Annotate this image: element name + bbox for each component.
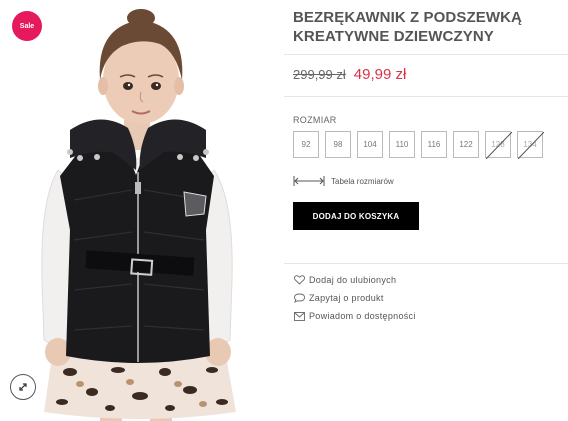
size-option-128-unavailable[interactable]: 128: [485, 131, 512, 159]
product-info: BEZRĘKAWNIK Z PODSZEWKĄ KREATYWNE DZIEWC…: [284, 0, 568, 421]
ask-question-link[interactable]: Zapytaj o produkt: [293, 292, 433, 304]
divider: [284, 263, 568, 264]
sale-price: 49,99 zł: [353, 66, 407, 83]
notify-label: Powiadom o dostępności: [309, 311, 416, 321]
strikethrough-icon: [518, 132, 544, 159]
size-option-98[interactable]: 98: [325, 131, 351, 158]
divider: [284, 96, 568, 97]
divider: [284, 54, 568, 55]
heart-icon: [293, 274, 305, 286]
chat-bubble-icon: [293, 292, 305, 304]
notify-availability-link[interactable]: Powiadom o dostępności: [293, 310, 433, 322]
add-to-cart-button[interactable]: DODAJ DO KOSZYKA: [293, 202, 419, 230]
product-actions: Dodaj do ulubionych Zapytaj o produkt Po…: [293, 274, 433, 328]
expand-icon: [19, 383, 27, 391]
product-photo[interactable]: [0, 0, 272, 421]
product-title: BEZRĘKAWNIK Z PODSZEWKĄ KREATYWNE DZIEWC…: [293, 9, 522, 45]
strikethrough-icon: [486, 132, 512, 159]
zoom-button[interactable]: [10, 374, 36, 400]
size-option-134-unavailable[interactable]: 134: [517, 131, 544, 159]
size-option-122[interactable]: 122: [453, 131, 479, 158]
size-selector: 92 98 104 110 116 122 128 134: [293, 131, 544, 159]
ruler-icon: [293, 176, 325, 186]
envelope-icon: [293, 310, 305, 322]
ask-label: Zapytaj o produkt: [309, 293, 384, 303]
size-option-104[interactable]: 104: [357, 131, 383, 158]
sale-badge: Sale: [12, 11, 42, 41]
size-label: ROZMIAR: [293, 115, 337, 125]
add-to-wishlist-link[interactable]: Dodaj do ulubionych: [293, 274, 433, 286]
old-price: 299,99 zł: [293, 67, 346, 82]
size-table-link[interactable]: Tabela rozmiarów: [293, 175, 394, 187]
size-option-110[interactable]: 110: [389, 131, 415, 158]
product-gallery: Sale: [0, 0, 272, 421]
size-option-92[interactable]: 92: [293, 131, 319, 158]
size-table-label: Tabela rozmiarów: [331, 176, 394, 186]
size-option-116[interactable]: 116: [421, 131, 447, 158]
price-row: 299,99 zł 49,99 zł: [293, 66, 406, 83]
wishlist-label: Dodaj do ulubionych: [309, 275, 397, 285]
